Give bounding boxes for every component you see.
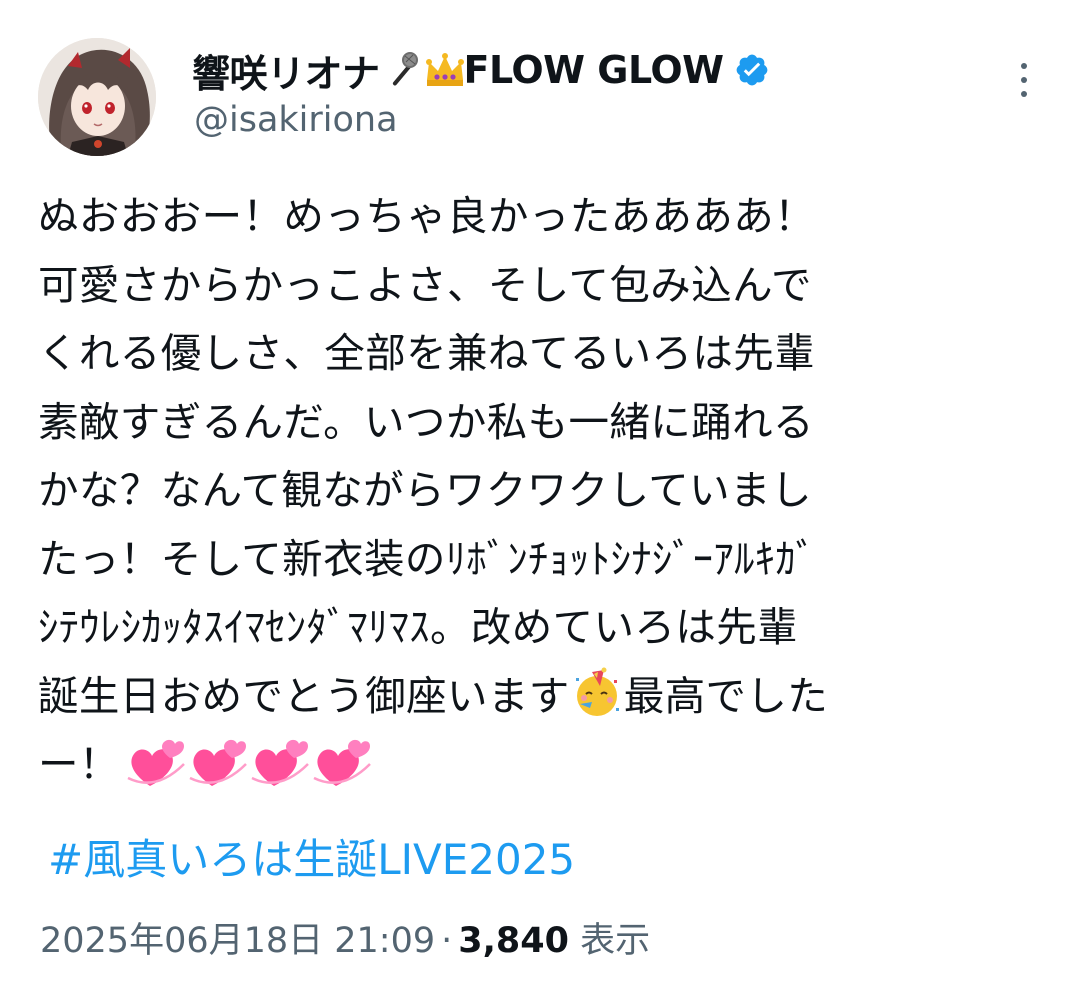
author-handle[interactable]: @isakiriona (194, 100, 398, 140)
two-hearts-emoji (250, 734, 310, 790)
avatar[interactable] (38, 38, 156, 156)
post-text-line: ー！ (38, 730, 1048, 799)
two-hearts-emoji (312, 734, 372, 790)
post-text: ぬおおおー！めっちゃ良かったああああ！ 可愛さからかっこよさ、そして包み込んで … (38, 182, 1048, 799)
post-text-line: くれる優しさ、全部を兼ねてるいろは先輩 (38, 329, 816, 377)
post-text-segment: ー！ (38, 740, 120, 788)
post-text-segment: 最高でした (623, 671, 829, 720)
post-text-line: たっ！そして新衣装のﾘﾎﾞﾝﾁｮｯﾄｼﾅｼﾞｰｱﾙｷｶﾞ (38, 534, 817, 583)
post-text-line: ぬおおおー！めっちゃ良かったああああ！ (38, 192, 816, 240)
more-options-icon[interactable] (1014, 60, 1034, 100)
post-meta: 2025年06月18日 21:09 · 3,840 表示 (40, 912, 650, 963)
hashtag-link[interactable]: #風真いろは生誕LIVE2025 (48, 826, 575, 887)
post-text-line: 素敵すぎるんだ。いつか私も一緒に踊れる (38, 397, 814, 446)
post-text-line: 誕生日おめでとう御座います 最高でした (38, 662, 1048, 731)
two-hearts-emoji (188, 734, 248, 790)
post-text-line: 可愛さからかっこよさ、そして包み込んで (38, 260, 812, 309)
hearts-group (126, 734, 372, 790)
microphone-emoji (381, 50, 421, 90)
post-header: 響咲リオナ FLOW GLOW @isakiriona (38, 38, 1048, 158)
post-text-line: ｼﾃｳﾚｼｶｯﾀｽｲﾏｾﾝﾀﾞﾏﾘﾏｽ。改めていろは先輩 (38, 603, 799, 651)
verified-badge-icon (734, 52, 770, 88)
partying-face-emoji (570, 666, 624, 720)
views-label: 表示 (580, 921, 651, 961)
author-display-name[interactable]: 響咲リオナ (192, 43, 380, 98)
two-hearts-emoji (126, 734, 186, 790)
post-text-line: かな？なんて観ながらワクワクしていまし (38, 466, 812, 514)
author-name-row[interactable]: 響咲リオナ FLOW GLOW (192, 42, 770, 98)
views-count[interactable]: 3,840 (458, 921, 569, 961)
post-timestamp[interactable]: 2025年06月18日 21:09 (40, 921, 435, 961)
post-text-segment: 誕生日おめでとう御座います (38, 671, 570, 720)
author-display-name-suffix[interactable]: FLOW GLOW (464, 48, 725, 92)
meta-separator: · (441, 921, 453, 961)
crown-emoji (423, 50, 464, 90)
